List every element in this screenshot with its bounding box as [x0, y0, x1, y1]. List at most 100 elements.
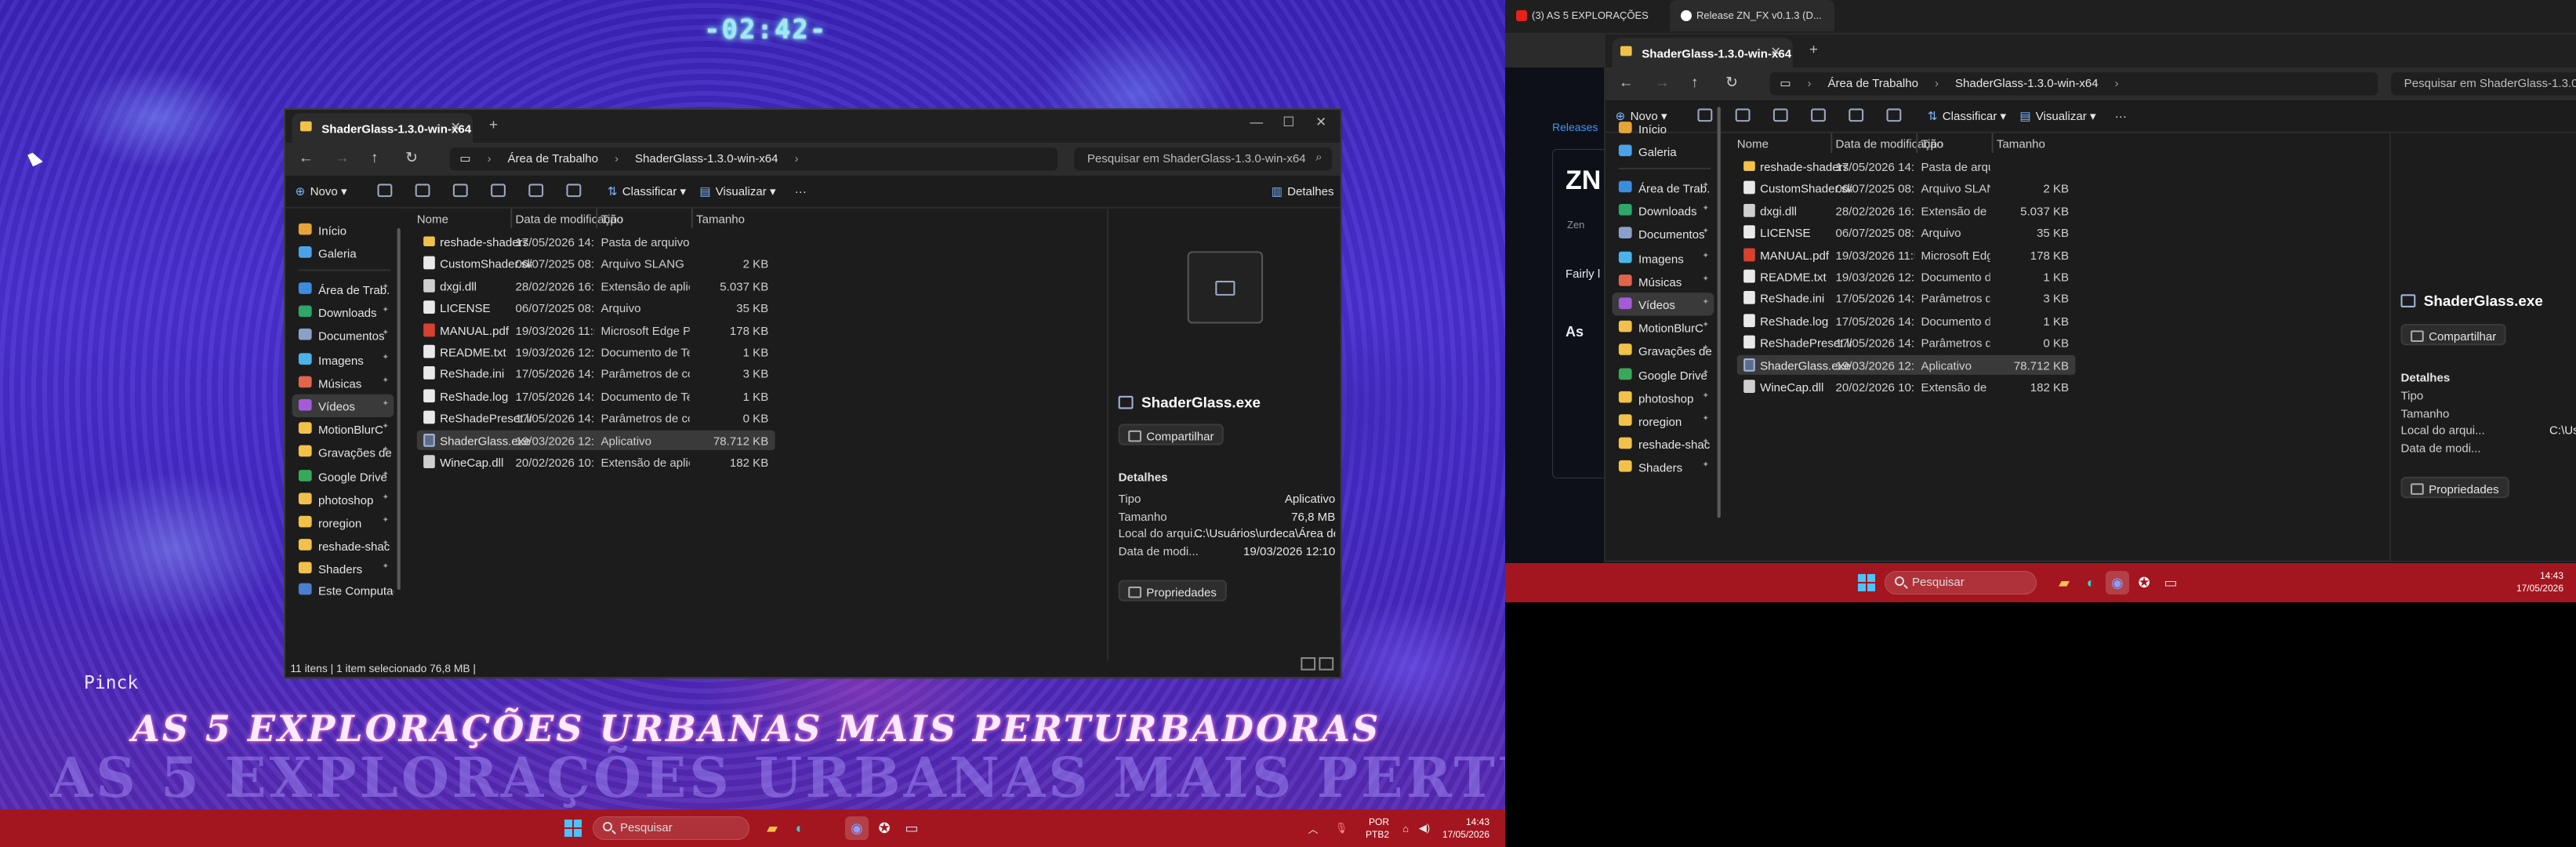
view-button[interactable]: ▤ Visualizar ▾ — [699, 184, 775, 198]
nav-item[interactable]: Galeria — [292, 242, 394, 264]
nav-item[interactable]: Gravações de ✦ — [292, 441, 394, 463]
column-header[interactable]: Nome — [1737, 136, 1769, 151]
nav-item[interactable]: Downloads ✦ — [1612, 199, 1714, 222]
nav-item[interactable]: Documentos ✦ — [1612, 223, 1714, 245]
table-row[interactable]: README.txt19/03/2026 12:03Documento de T… — [1737, 267, 2076, 286]
search-input[interactable]: Pesquisar em ShaderGlass-1.3.0-win-x64 — [2390, 72, 2576, 96]
browser-tab-github[interactable]: Release ZN_FX v0.1.3 (D... — [1670, 0, 1834, 31]
nav-item[interactable]: Google Drive ✦ — [292, 464, 394, 487]
column-divider[interactable] — [510, 208, 513, 228]
table-row[interactable]: ShaderGlass.exe19/03/2026 12:10Aplicativ… — [1736, 354, 2076, 375]
browser-tab-youtube[interactable]: (3) AS 5 EXPLORAÇÕES — [1505, 0, 1662, 31]
share-icon[interactable] — [1849, 108, 1864, 122]
explorer-tab[interactable]: ShaderGlass-1.3.0-win-x64 ✕ — [1612, 38, 1794, 68]
nav-item[interactable]: MotionBlurC ✦ — [292, 417, 394, 440]
nav-item[interactable]: Gravações de ✦ — [1612, 340, 1714, 362]
column-divider[interactable] — [1991, 133, 1994, 153]
nav-item[interactable]: Vídeos ✦ — [292, 394, 394, 418]
column-header[interactable]: Tamanho — [696, 212, 745, 227]
details-view-icon[interactable] — [1301, 656, 1316, 671]
table-row[interactable]: reshade-shaders17/05/2026 14:35Pasta de … — [1737, 156, 2076, 176]
table-row[interactable]: WineCap.dll20/02/2026 10:17Extensão de a… — [1737, 376, 2076, 396]
nav-item[interactable]: Imagens ✦ — [1612, 246, 1714, 269]
table-row[interactable]: dxgi.dll28/02/2026 16:02Extensão de apli… — [417, 275, 775, 295]
table-row[interactable]: ReShadePreset.ini17/05/2026 14:33Parâmet… — [1737, 333, 2076, 352]
column-header[interactable]: Tipo — [600, 212, 623, 227]
forward-button[interactable]: → — [335, 149, 350, 165]
taskbar-search[interactable]: Pesquisar — [1885, 571, 2037, 594]
up-button[interactable]: ↑ — [1691, 74, 1698, 90]
taskbar-search[interactable]: Pesquisar — [593, 816, 749, 840]
nav-item[interactable]: roregion ✦ — [292, 511, 394, 533]
nav-item[interactable]: Imagens ✦ — [292, 347, 394, 370]
table-row[interactable]: LICENSE06/07/2025 08:33Arquivo35 KB — [417, 297, 775, 317]
tray-chevron-icon[interactable]: ︿ — [1301, 816, 1325, 840]
more-button[interactable]: ··· — [2115, 108, 2127, 123]
maximize-button[interactable]: ☐ — [1283, 115, 1294, 129]
steam-icon[interactable]: ✪ — [2132, 571, 2156, 594]
discord-icon[interactable]: ◉ — [2106, 571, 2129, 594]
explorer-tab[interactable]: ShaderGlass-1.3.0-win-x64 ✕ — [292, 113, 473, 144]
close-window-button[interactable]: ✕ — [1315, 115, 1326, 129]
edge-icon[interactable]: ◐ — [2079, 571, 2103, 594]
nav-item[interactable]: Área de Trab. ✦ — [1612, 176, 1714, 198]
up-button[interactable]: ↑ — [371, 149, 378, 165]
nav-item[interactable]: Músicas ✦ — [292, 371, 394, 394]
nav-item[interactable]: Shaders ✦ — [1612, 456, 1714, 478]
copy-icon[interactable] — [415, 184, 430, 198]
share-icon[interactable] — [528, 184, 544, 198]
new-tab-button[interactable]: + — [1809, 41, 1818, 57]
nav-item[interactable]: Início — [1612, 117, 1714, 140]
file-explorer-icon[interactable]: ▰ — [2052, 571, 2076, 594]
delete-icon[interactable] — [1886, 108, 1902, 122]
rename-icon[interactable] — [491, 184, 506, 198]
shaderglass-icon[interactable]: ▭ — [900, 816, 923, 840]
input-language[interactable]: POR PTB2 — [1358, 816, 1389, 841]
table-row[interactable]: ReShadePreset.ini17/05/2026 14:33Parâmet… — [417, 408, 775, 427]
table-row[interactable]: ReShade.log17/05/2026 14:42Documento de … — [417, 386, 775, 405]
table-row[interactable]: MANUAL.pdf19/03/2026 11:58Microsoft Edge… — [1737, 245, 2076, 264]
nav-item[interactable]: roregion ✦ — [1612, 409, 1714, 432]
nav-item[interactable]: Início — [292, 218, 394, 241]
refresh-button[interactable]: ↻ — [405, 149, 418, 167]
discord-icon[interactable]: ◉ — [845, 816, 869, 840]
nav-scrollbar[interactable] — [1717, 107, 1721, 518]
nav-scrollbar[interactable] — [397, 227, 401, 591]
forward-button[interactable]: → — [1655, 74, 1670, 90]
close-tab-icon[interactable]: ✕ — [1770, 45, 1781, 60]
sort-button[interactable]: ⇅ Classificar ▾ — [608, 184, 686, 198]
rename-icon[interactable] — [1811, 108, 1826, 122]
minimize-button[interactable]: — — [1250, 115, 1263, 129]
copy-icon[interactable] — [1735, 108, 1751, 122]
tiles-view-icon[interactable] — [1319, 656, 1334, 671]
paste-icon[interactable] — [1772, 108, 1788, 122]
view-button[interactable]: ▤ Visualizar ▾ — [2019, 108, 2095, 123]
table-row[interactable]: WineCap.dll20/02/2026 10:17Extensão de a… — [417, 452, 775, 471]
share-button[interactable]: Compartilhar — [2400, 323, 2506, 346]
column-header[interactable]: Tamanho — [1997, 136, 2045, 151]
back-button[interactable]: ← — [1619, 74, 1634, 90]
releases-link[interactable]: Releases — [1552, 121, 1598, 133]
nav-item[interactable]: Vídeos ✦ — [1612, 293, 1714, 316]
nav-item[interactable]: Área de Trab. ✦ — [292, 278, 394, 300]
properties-button[interactable]: Propriedades — [1118, 580, 1227, 602]
table-row[interactable]: ShaderGlass.exe19/03/2026 12:10Aplicativ… — [416, 429, 775, 450]
steam-icon[interactable]: ✪ — [873, 816, 896, 840]
nav-item[interactable]: Músicas ✦ — [1612, 269, 1714, 292]
table-row[interactable]: LICENSE06/07/2025 08:33Arquivo35 KB — [1737, 222, 2076, 242]
details-toggle[interactable]: ▥ Detalhes — [1272, 184, 1334, 198]
mic-icon[interactable]: 🎙 — [1330, 816, 1353, 840]
breadcrumb-desktop[interactable]: Área de Trabalho — [507, 151, 598, 165]
share-button[interactable]: Compartilhar — [1118, 424, 1225, 445]
properties-button[interactable]: Propriedades — [2400, 476, 2509, 499]
shaderglass-icon[interactable]: ▭ — [2159, 571, 2182, 594]
nav-item[interactable]: photoshop ✦ — [1612, 386, 1714, 409]
table-row[interactable]: CustomShader.slang06/07/2025 08:33Arquiv… — [417, 253, 775, 273]
table-row[interactable]: reshade-shaders17/05/2026 14:35Pasta de … — [417, 231, 775, 251]
delete-icon[interactable] — [566, 184, 582, 198]
new-button[interactable]: ⊕ Novo ▾ — [296, 184, 347, 198]
table-row[interactable]: ReShade.ini17/05/2026 14:43Parâmetros de… — [417, 364, 775, 384]
nav-item[interactable]: photoshop ✦ — [292, 488, 394, 511]
nav-item[interactable]: reshade-shac ✦ — [292, 534, 394, 557]
nav-item[interactable]: reshade-shac ✦ — [1612, 433, 1714, 456]
